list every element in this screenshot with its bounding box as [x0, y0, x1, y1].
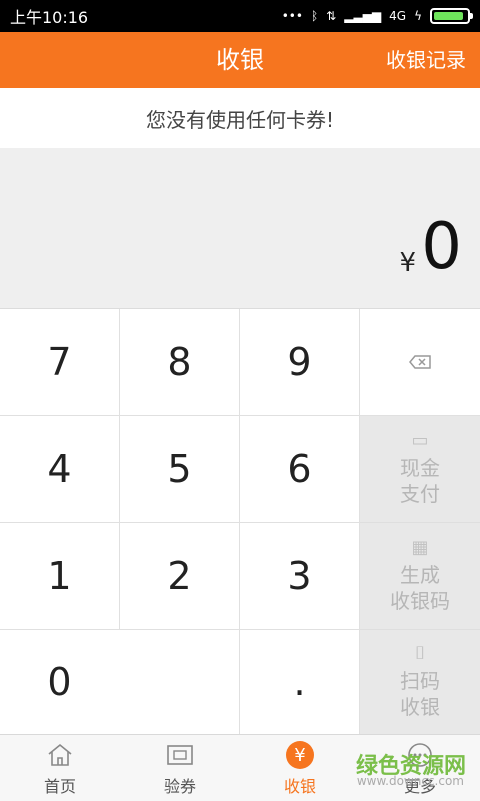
generate-code-line2: 收银码: [390, 589, 450, 613]
nav-home-label: 首页: [43, 777, 76, 796]
watermark-url: www.downcc.com: [356, 774, 464, 788]
qr-icon: ▦: [411, 537, 429, 558]
key-9[interactable]: 9: [240, 309, 360, 416]
battery-icon: [430, 8, 473, 24]
amount-value: 0: [421, 210, 462, 284]
cash-icon: ▭: [411, 430, 429, 451]
amount-display: ¥ 0: [0, 148, 480, 308]
verify-icon: [166, 741, 194, 769]
network-icon: ⇅: [326, 9, 337, 23]
backspace-button[interactable]: [360, 309, 480, 416]
scan-pay-line1: 扫码: [400, 669, 440, 693]
cash-pay-line2: 支付: [400, 482, 440, 506]
scan-pay-line2: 收银: [400, 695, 440, 719]
nav-verify[interactable]: 验券: [120, 735, 240, 801]
key-2[interactable]: 2: [120, 523, 240, 630]
key-7[interactable]: 7: [0, 309, 120, 416]
cashier-icon: ¥: [286, 741, 314, 769]
coupon-notice: 您没有使用任何卡券!: [0, 88, 480, 148]
generate-code-button[interactable]: ▦ 生成 收银码: [360, 523, 480, 630]
backspace-icon: [409, 355, 431, 369]
key-4[interactable]: 4: [0, 416, 120, 523]
cashier-currency: ¥: [286, 741, 314, 769]
more-dots-icon: •••: [281, 9, 303, 23]
keypad: 7 8 9 4 5 6 ▭ 现金 支付 1 2 3 ▦ 生成 收银码 0 . ⌷…: [0, 308, 480, 735]
bluetooth-icon: ᛒ: [310, 9, 319, 23]
nav-verify-label: 验券: [163, 777, 196, 796]
signal-icon: ▂▃▅▆: [344, 9, 382, 23]
key-dot[interactable]: .: [240, 630, 360, 735]
network-type: 4G: [389, 9, 407, 23]
key-1[interactable]: 1: [0, 523, 120, 630]
app-bar: 收银 收银记录: [0, 32, 480, 88]
generate-code-line1: 生成: [400, 563, 440, 587]
scan-icon: ⌷: [414, 643, 426, 664]
scan-pay-button[interactable]: ⌷ 扫码 收银: [360, 630, 480, 735]
cash-pay-button[interactable]: ▭ 现金 支付: [360, 416, 480, 523]
status-time: 上午10:16: [10, 8, 89, 27]
cashier-history-link[interactable]: 收银记录: [386, 32, 466, 88]
cash-pay-line1: 现金: [400, 456, 440, 480]
key-0-label: 0: [47, 660, 72, 704]
key-6[interactable]: 6: [240, 416, 360, 523]
key-5[interactable]: 5: [120, 416, 240, 523]
status-icons: ••• ᛒ ⇅ ▂▃▅▆ 4G ϟ: [281, 8, 473, 24]
home-icon: [46, 741, 74, 769]
key-3[interactable]: 3: [240, 523, 360, 630]
battery-level: [434, 12, 463, 20]
charging-icon: ϟ: [414, 9, 422, 23]
key-0[interactable]: 0: [0, 630, 240, 735]
status-bar: 上午10:16 ••• ᛒ ⇅ ▂▃▅▆ 4G ϟ: [0, 0, 480, 32]
key-8[interactable]: 8: [120, 309, 240, 416]
currency-symbol: ¥: [399, 248, 416, 278]
nav-home[interactable]: 首页: [0, 735, 120, 801]
nav-cashier[interactable]: ¥ 收银: [240, 735, 360, 801]
nav-cashier-label: 收银: [283, 777, 316, 796]
